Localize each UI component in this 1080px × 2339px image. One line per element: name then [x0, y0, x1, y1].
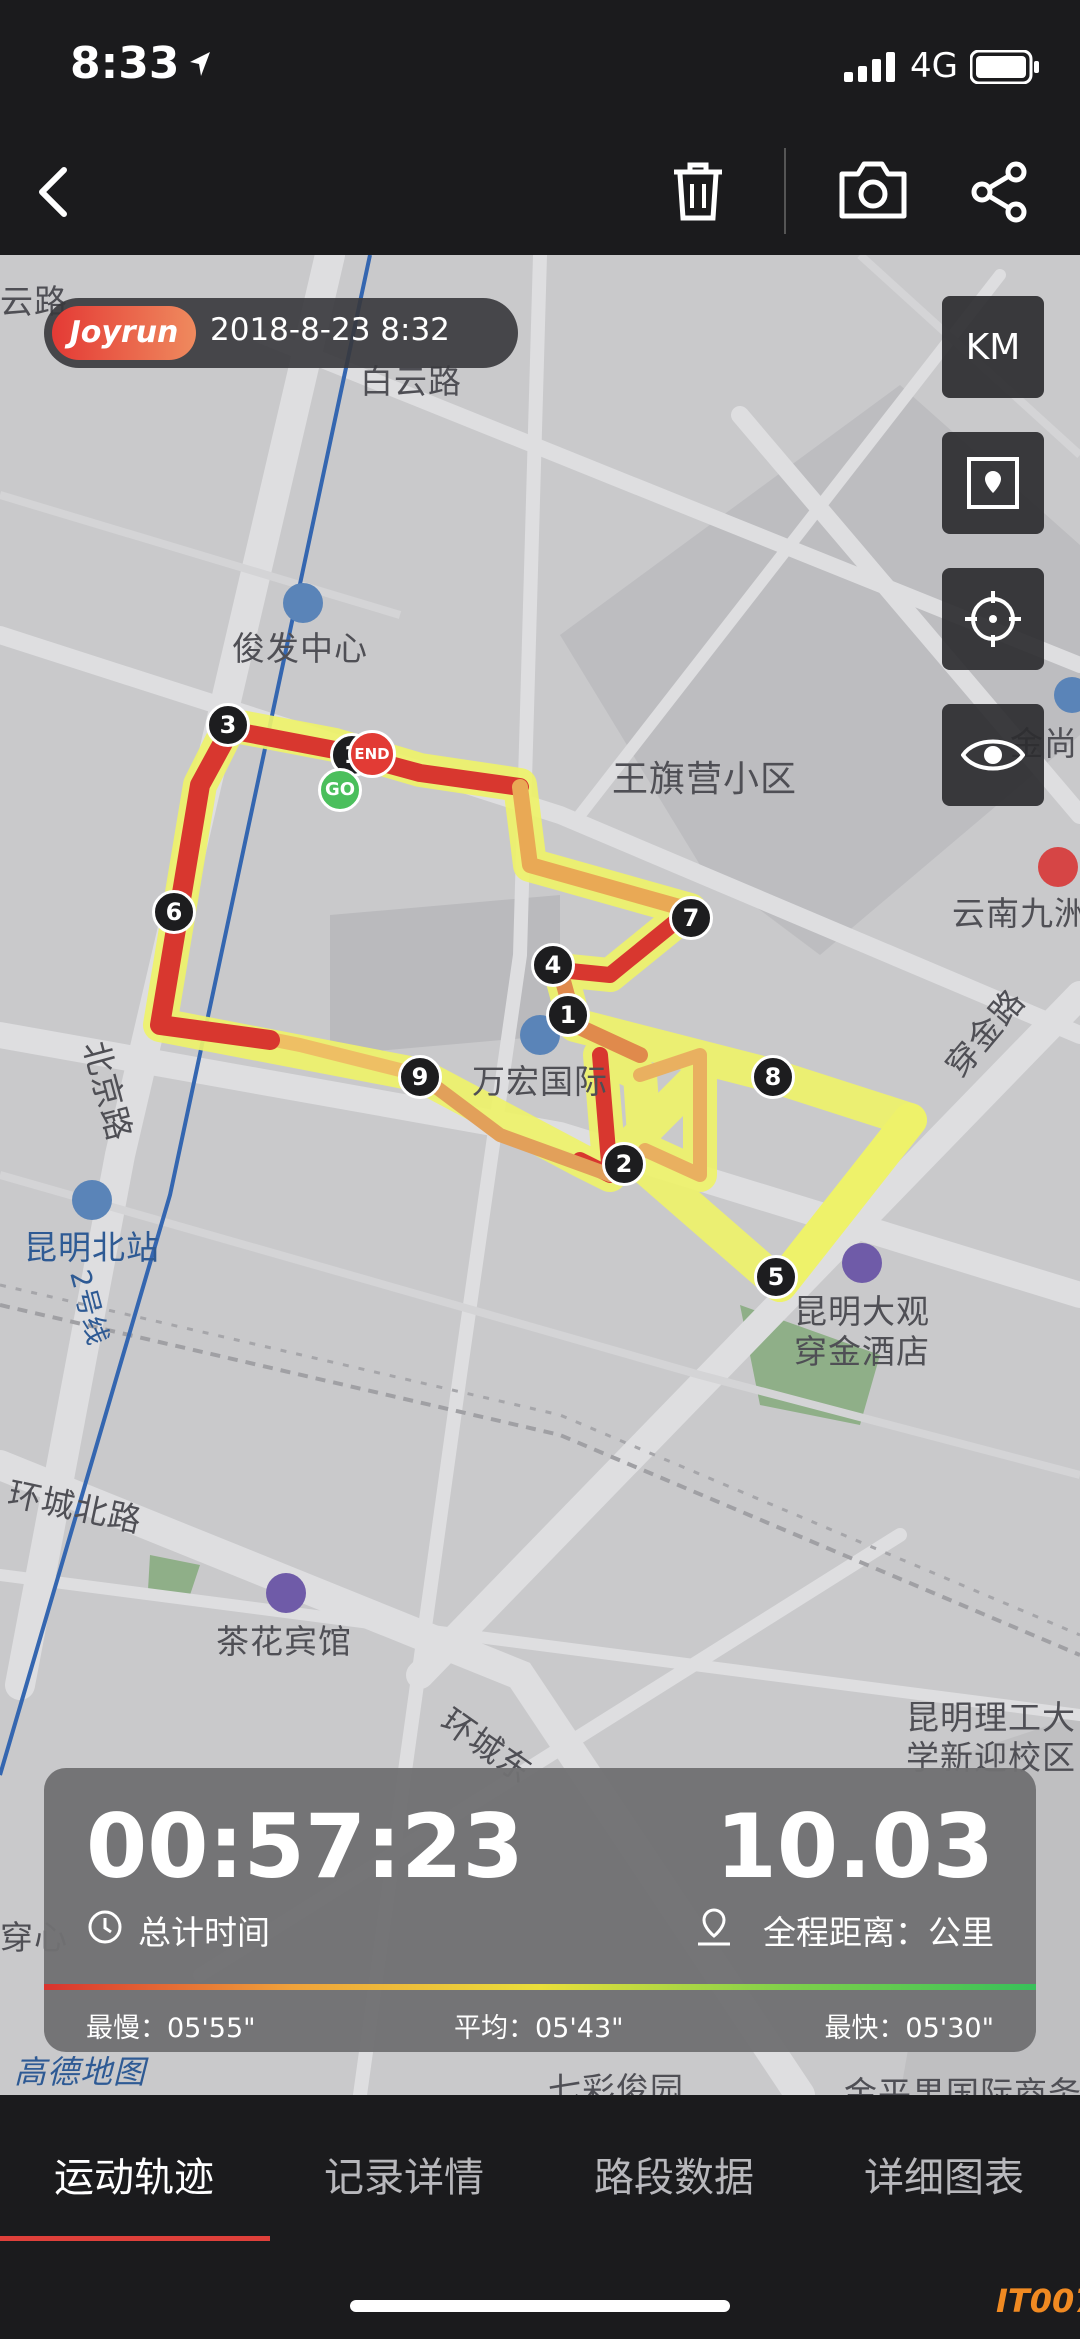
active-tab-indicator — [0, 2236, 270, 2241]
duration-label: 总计时间 — [138, 1913, 270, 1952]
battery-icon — [970, 50, 1039, 84]
route-marker: 4 — [531, 943, 575, 987]
signal-icon — [844, 52, 895, 82]
locate-icon — [965, 591, 1021, 647]
tab-segment-data[interactable]: 路段数据 — [594, 2145, 754, 2203]
brand-badge: Joyrun — [52, 306, 196, 360]
map-label: 穿金酒店 — [794, 1332, 930, 1371]
end-marker: END — [348, 730, 396, 778]
route-marker: 2 — [602, 1142, 646, 1186]
unit-label: KM — [965, 326, 1021, 368]
slowest-pace: 最慢：05'55" — [86, 2013, 256, 2044]
map-icon — [967, 457, 1019, 509]
route-marker: 5 — [754, 1255, 798, 1299]
route-marker: 3 — [206, 703, 250, 747]
back-icon[interactable] — [30, 162, 80, 222]
nav-divider — [784, 148, 786, 234]
tab-record-details[interactable]: 记录详情 — [324, 2145, 484, 2203]
route-marker: 8 — [751, 1055, 795, 1099]
locate-button[interactable] — [942, 568, 1044, 670]
distance-pin-icon — [698, 1908, 730, 1946]
location-arrow-icon — [190, 52, 210, 76]
watermark: IT007 — [996, 2282, 1080, 2320]
distance-label: 全程距离：公里 — [763, 1913, 994, 1952]
nav-bar — [0, 140, 1080, 255]
fastest-pace: 最快：05'30" — [824, 2013, 994, 2044]
map-style-button[interactable] — [942, 432, 1044, 534]
route-marker: 7 — [669, 896, 713, 940]
clock-icon — [88, 1910, 122, 1944]
route-marker: 1 — [546, 993, 590, 1037]
average-pace: 平均：05'43" — [454, 2013, 624, 2044]
network-type: 4G — [910, 46, 958, 86]
map-label: 七彩俊园 — [548, 2070, 684, 2095]
map-label: 俊发中心 — [232, 629, 368, 668]
tab-route[interactable]: 运动轨迹 — [54, 2145, 214, 2203]
record-datetime: 2018-8-23 8:32 — [210, 312, 450, 348]
map-label: 王旗营小区 — [612, 759, 798, 800]
map-label: 万宏国际 — [472, 1062, 608, 1101]
eye-icon — [961, 739, 1025, 771]
map-label: 茶花宾馆 — [216, 1622, 352, 1661]
map-label: 金平果国际商务 — [844, 2074, 1080, 2095]
status-time: 8:33 — [70, 38, 180, 89]
map-attribution: 高德地图 — [14, 2053, 147, 2091]
route-marker: 6 — [152, 890, 196, 934]
map-label: 云南九洲 — [952, 894, 1080, 933]
unit-toggle-button[interactable]: KM — [942, 296, 1044, 398]
route-marker: 9 — [398, 1055, 442, 1099]
map-label: 昆明北站 — [24, 1228, 160, 1267]
trash-icon[interactable] — [670, 160, 726, 224]
start-marker: GO — [318, 768, 362, 812]
tab-detailed-charts[interactable]: 详细图表 — [864, 2145, 1024, 2203]
pace-gradient-bar — [44, 1984, 1036, 1990]
total-distance: 10.03 — [715, 1795, 994, 1898]
total-duration: 00:57:23 — [86, 1795, 524, 1898]
share-icon[interactable] — [968, 160, 1032, 224]
home-indicator[interactable] — [350, 2300, 730, 2312]
visibility-button[interactable] — [942, 704, 1044, 806]
camera-icon[interactable] — [838, 160, 908, 220]
